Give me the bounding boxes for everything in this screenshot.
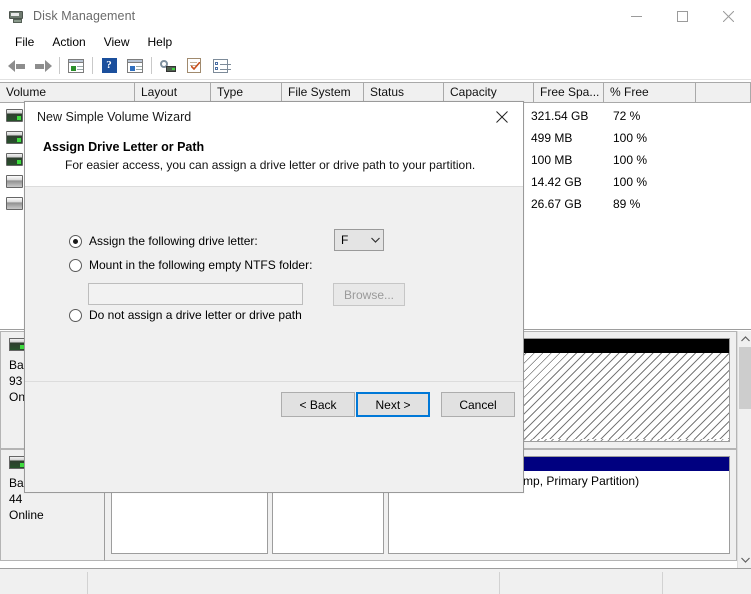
forward-icon[interactable]	[30, 54, 56, 78]
window-title: Disk Management	[33, 9, 136, 23]
toolbar: ?	[0, 52, 751, 80]
vertical-scrollbar[interactable]	[737, 331, 751, 568]
scrollbar-track[interactable]	[738, 347, 751, 552]
cell-free-space: 26.67 GB	[531, 196, 582, 211]
next-button[interactable]: Next >	[356, 392, 430, 417]
minimize-icon[interactable]	[613, 0, 659, 32]
toolbar-separator	[92, 57, 93, 74]
mount-path-input[interactable]	[88, 283, 303, 305]
show-hide-action-pane-icon[interactable]	[122, 54, 148, 78]
scrollbar-thumb[interactable]	[739, 347, 751, 409]
column-header-capacity[interactable]: Capacity	[444, 83, 534, 102]
status-cell	[88, 572, 500, 594]
column-header-status[interactable]: Status	[364, 83, 444, 102]
volume-green-icon	[6, 109, 23, 122]
cell-free-space: 14.42 GB	[531, 174, 582, 189]
status-cell	[0, 572, 88, 594]
drive-letter-value: F	[341, 233, 349, 247]
scroll-up-icon[interactable]	[738, 331, 751, 347]
volume-green-icon	[6, 153, 23, 166]
assign-drive-letter-label: Assign the following drive letter:	[89, 234, 258, 248]
volume-gray-icon	[6, 197, 23, 210]
drive-letter-select[interactable]: F	[334, 229, 384, 251]
maximize-icon[interactable]	[659, 0, 705, 32]
show-hide-console-tree-icon[interactable]	[63, 54, 89, 78]
new-simple-volume-wizard-dialog: New Simple Volume Wizard Assign Drive Le…	[24, 101, 524, 493]
properties-icon[interactable]	[181, 54, 207, 78]
cell-percent-free: 72 %	[613, 108, 641, 123]
dialog-titlebar: New Simple Volume Wizard	[25, 102, 523, 132]
volume-green-icon	[6, 131, 23, 144]
menu-action[interactable]: Action	[43, 33, 94, 52]
column-header-type[interactable]: Type	[211, 83, 282, 102]
radio-indicator[interactable]	[69, 234, 82, 248]
menu-file[interactable]: File	[6, 33, 43, 52]
dialog-header: Assign Drive Letter or Path For easier a…	[25, 132, 523, 186]
dialog-subheading: For easier access, you can assign a driv…	[65, 158, 476, 172]
column-header-layout[interactable]: Layout	[135, 83, 211, 102]
chevron-down-icon	[367, 237, 383, 243]
column-header-percent-free[interactable]: % Free	[604, 83, 696, 102]
back-button[interactable]: < Back	[281, 392, 355, 417]
dialog-body: Assign the following drive letter: F Mou…	[25, 187, 523, 437]
status-cell	[663, 572, 751, 594]
cell-free-space: 100 MB	[531, 152, 573, 167]
no-drive-letter-label: Do not assign a drive letter or drive pa…	[89, 308, 302, 322]
rescan-disks-icon[interactable]	[155, 54, 181, 78]
dialog-footer: < Back Next > Cancel	[25, 381, 523, 437]
dialog-heading: Assign Drive Letter or Path	[43, 140, 205, 154]
status-bar	[0, 572, 751, 594]
menu-view[interactable]: View	[95, 33, 139, 52]
scroll-down-icon[interactable]	[738, 552, 751, 568]
assign-drive-letter-radio[interactable]: Assign the following drive letter:	[69, 234, 258, 248]
mount-in-ntfs-folder-radio[interactable]: Mount in the following empty NTFS folder…	[69, 258, 312, 272]
column-header-volume[interactable]: Volume	[0, 83, 135, 102]
cell-percent-free: 100 %	[613, 152, 648, 167]
radio-indicator[interactable]	[69, 258, 82, 272]
cancel-button[interactable]: Cancel	[441, 392, 515, 417]
dialog-title: New Simple Volume Wizard	[37, 110, 192, 124]
cell-percent-free: 100 %	[613, 174, 648, 189]
status-cell	[500, 572, 663, 594]
column-header-spacer	[696, 83, 751, 102]
toolbar-separator	[151, 57, 152, 74]
window-controls	[613, 0, 751, 32]
all-tasks-icon[interactable]	[207, 54, 233, 78]
close-icon[interactable]	[481, 102, 523, 132]
window-titlebar: Disk Management	[0, 0, 751, 32]
volume-table-header: Volume Layout Type File System Status Ca…	[0, 82, 751, 103]
help-icon[interactable]: ?	[96, 54, 122, 78]
disk-1-size: 44	[9, 492, 23, 506]
volume-gray-icon	[6, 175, 23, 188]
back-icon[interactable]	[4, 54, 30, 78]
mount-in-ntfs-folder-label: Mount in the following empty NTFS folder…	[89, 258, 313, 272]
column-header-free-space[interactable]: Free Spa...	[534, 83, 604, 102]
browse-button[interactable]: Browse...	[333, 283, 405, 306]
disk-1-status: Online	[9, 508, 44, 522]
close-icon[interactable]	[705, 0, 751, 32]
toolbar-separator	[59, 57, 60, 74]
cell-free-space: 499 MB	[531, 130, 573, 145]
menubar: File Action View Help	[0, 32, 751, 52]
radio-indicator[interactable]	[69, 308, 82, 322]
cell-free-space: 321.54 GB	[531, 108, 589, 123]
column-header-file-system[interactable]: File System	[282, 83, 364, 102]
no-drive-letter-radio[interactable]: Do not assign a drive letter or drive pa…	[69, 308, 302, 322]
disk-management-icon	[9, 8, 25, 24]
cell-percent-free: 89 %	[613, 196, 641, 211]
menu-help[interactable]: Help	[139, 33, 182, 52]
cell-percent-free: 100 %	[613, 130, 648, 145]
